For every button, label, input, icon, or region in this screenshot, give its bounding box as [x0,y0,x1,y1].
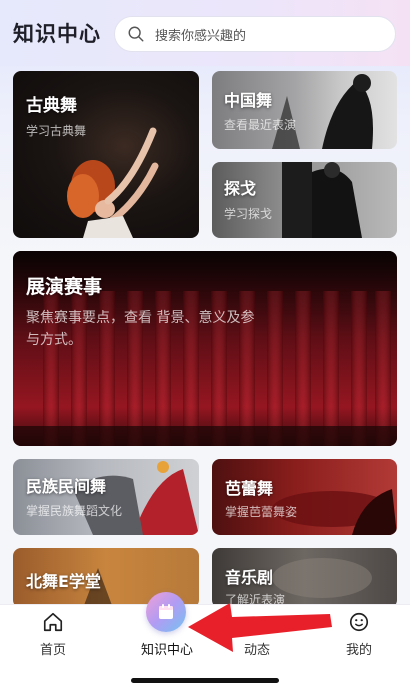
card-folk-dance[interactable]: 民族民间舞 掌握民族舞蹈文化 [13,459,199,535]
card-performances-events[interactable]: 展演赛事 聚焦赛事要点，查看 背景、意义及参与方式。 [13,251,397,446]
card-title: 芭蕾舞 [225,479,274,498]
card-subtitle: 聚焦赛事要点，查看 背景、意义及参与方式。 [26,310,255,348]
card-subtitle: 学习探戈 [224,207,273,221]
card-classical-dance[interactable]: 古典舞 学习古典舞 [13,71,199,238]
smile-icon [349,612,369,632]
home-icon [43,612,63,632]
tab-me[interactable]: 我的 [308,605,410,665]
page-title: 知识中心 [13,22,101,46]
card-tango[interactable]: 探戈 学习探戈 [212,162,397,238]
card-subtitle: 查看最近表演 [224,118,297,132]
card-subtitle: 掌握民族舞蹈文化 [26,504,123,518]
card-title: 中国舞 [224,91,273,110]
card-chinese-dance[interactable]: 中国舞 查看最近表演 [212,71,397,149]
tab-label: 动态 [243,643,270,658]
search-input[interactable]: 搜索你感兴趣的 [155,25,246,44]
header: 知识中心 搜索你感兴趣的 [0,0,410,66]
calendar-icon [159,604,173,619]
card-title: 北舞E学堂 [26,572,101,591]
tab-label: 我的 [345,643,372,658]
card-title: 古典舞 [26,96,77,116]
tab-label: 首页 [39,643,66,658]
card-title: 探戈 [224,179,257,198]
tab-home[interactable]: 首页 [2,605,104,665]
search-icon [128,26,144,42]
card-musical[interactable]: 音乐剧 了解近表演 [212,548,397,608]
knowledge-center-button[interactable] [146,592,186,632]
card-title: 民族民间舞 [26,477,107,496]
folk-dancers-image [73,461,199,535]
card-title: 展演赛事 [26,276,103,298]
card-subtitle: 学习古典舞 [26,124,87,138]
tab-label: 知识中心 [140,643,193,658]
card-title: 音乐剧 [225,568,274,587]
card-subtitle: 掌握芭蕾舞姿 [225,505,298,519]
search-bar[interactable]: 搜索你感兴趣的 [114,16,396,52]
tango-dancers-image [282,162,362,238]
home-indicator [131,678,279,683]
tab-feed[interactable]: 动态 [206,605,308,665]
card-ballet[interactable]: 芭蕾舞 掌握芭蕾舞姿 [212,459,397,535]
